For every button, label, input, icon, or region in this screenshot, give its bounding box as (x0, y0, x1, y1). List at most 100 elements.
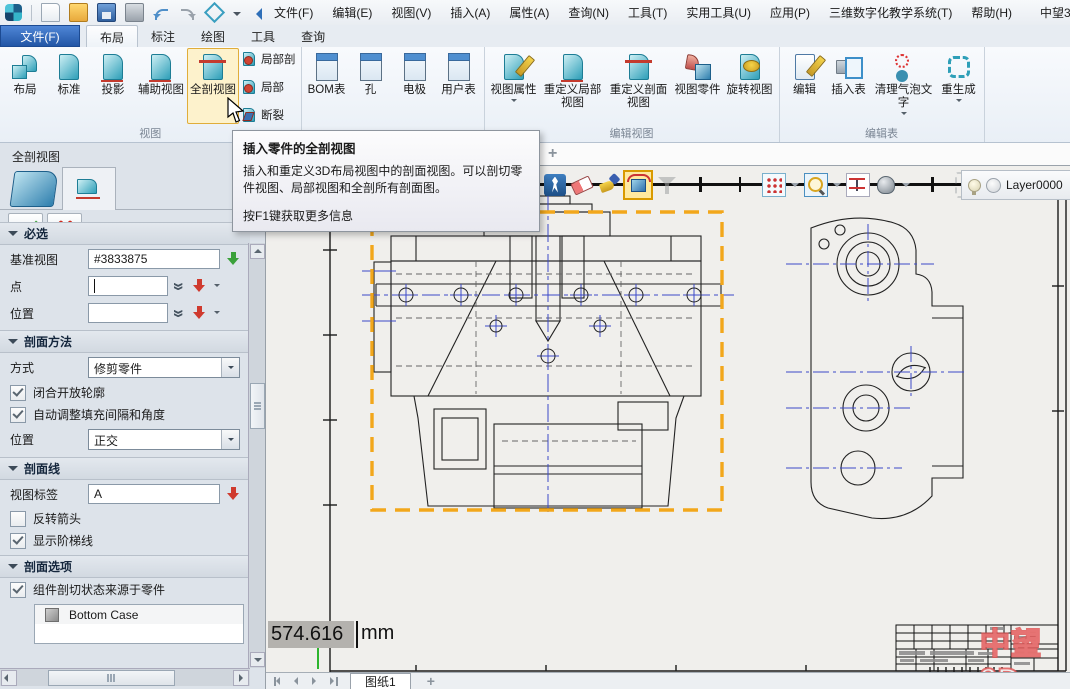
ribbon-button[interactable]: 视图属性 (488, 48, 540, 124)
file-tab[interactable]: 文件(F) (0, 25, 80, 47)
scroll-down-icon[interactable] (250, 652, 265, 667)
last-sheet-icon[interactable] (328, 676, 338, 686)
dropdown-caret-icon[interactable] (833, 183, 841, 191)
ribbon-tab[interactable]: 标注 (138, 25, 188, 47)
expand-chevron-icon[interactable]: » (167, 306, 191, 320)
undo-icon[interactable] (153, 4, 170, 21)
section-options[interactable]: 剖面选项 (0, 555, 250, 578)
pick-target-icon[interactable] (224, 249, 244, 269)
app-logo-icon[interactable] (5, 4, 22, 21)
ribbon-button[interactable]: 标准 (47, 48, 91, 124)
ribbon-button[interactable]: 旋转视图 (724, 48, 776, 124)
auto-adjust-checkbox[interactable] (10, 407, 26, 423)
ribbon-small-button[interactable]: 局部剖 (241, 51, 296, 67)
menu-item[interactable]: 视图(V) (391, 4, 431, 21)
dropdown-caret-icon[interactable] (902, 183, 910, 191)
save-icon[interactable] (97, 3, 116, 22)
ribbon-small-button[interactable]: 断裂 (241, 107, 296, 123)
ribbon-button[interactable]: 孔 (349, 48, 393, 124)
layer-chip[interactable]: Layer0000 (961, 170, 1070, 200)
dropdown-caret-icon[interactable] (511, 99, 517, 105)
base-view-input[interactable]: #3833875 (88, 249, 220, 269)
menu-item[interactable]: 应用(P) (770, 4, 810, 21)
ribbon-button[interactable]: 用户表 (437, 48, 481, 124)
flip-arrow-checkbox[interactable] (10, 511, 26, 527)
ribbon-button[interactable]: 编辑 (783, 48, 827, 124)
menu-item[interactable]: 查询(N) (568, 4, 609, 21)
section-hatch[interactable]: 剖面线 (0, 457, 250, 480)
section-method[interactable]: 剖面方法 (0, 330, 250, 353)
ribbon-button[interactable]: 辅助视图 (135, 48, 187, 124)
position-input[interactable] (88, 303, 168, 323)
scroll-up-icon[interactable] (250, 244, 265, 259)
ribbon-tab[interactable]: 布局 (86, 25, 138, 47)
grid-snap-icon[interactable] (762, 173, 786, 197)
ribbon-button[interactable]: 插入表 (827, 48, 871, 124)
scrollbar-thumb[interactable] (48, 670, 175, 686)
close-open-profile-checkbox[interactable] (10, 385, 26, 401)
ribbon-tab[interactable]: 工具 (238, 25, 288, 47)
dropdown-caret-icon[interactable] (791, 183, 799, 191)
display-mode-icon[interactable] (875, 174, 897, 196)
menu-item[interactable]: 帮助(H) (971, 4, 1012, 21)
ribbon-tab[interactable]: 绘图 (188, 25, 238, 47)
erase-icon[interactable] (571, 174, 593, 196)
show-step-line-checkbox[interactable] (10, 533, 26, 549)
next-sheet-icon[interactable] (310, 676, 320, 686)
scroll-right-icon[interactable] (233, 670, 249, 686)
method-position-combobox[interactable]: 正交 (88, 429, 240, 450)
new-file-icon[interactable] (41, 3, 60, 22)
ribbon-button[interactable]: 视图零件 (672, 48, 724, 124)
panel-vertical-scrollbar[interactable] (248, 243, 265, 668)
ribbon-button[interactable]: 重定义局部视图 (540, 48, 606, 124)
add-document-icon[interactable]: + (548, 145, 557, 163)
view-tag-input[interactable]: A (88, 484, 220, 504)
menu-item[interactable]: 编辑(E) (332, 4, 372, 21)
menu-item[interactable]: 工具(T) (628, 4, 667, 21)
list-item[interactable]: Bottom Case (35, 605, 243, 624)
menu-item[interactable]: 文件(F) (274, 4, 313, 21)
filter-icon[interactable] (656, 174, 678, 196)
point-pick-icon[interactable] (190, 276, 210, 296)
dropdown-caret-icon[interactable] (901, 112, 907, 118)
section-state-from-part-checkbox[interactable] (10, 582, 26, 598)
menu-item[interactable]: 属性(A) (509, 4, 549, 21)
ribbon-button[interactable]: 重定义剖面视图 (606, 48, 672, 124)
repaint-icon[interactable] (598, 174, 620, 196)
ribbon-button[interactable]: 布局 (3, 48, 47, 124)
mode-combobox[interactable]: 修剪零件 (88, 357, 240, 378)
zoom-window-icon[interactable] (804, 173, 828, 197)
point-dropdown-icon[interactable] (214, 284, 220, 290)
menu-item[interactable]: 三维数字化教学系统(T) (829, 4, 952, 21)
dropdown-arrow-icon[interactable] (221, 430, 239, 449)
scroll-left-icon[interactable] (1, 670, 17, 686)
measure-icon[interactable] (846, 173, 870, 197)
ribbon-button[interactable]: 清理气泡文字 (871, 48, 937, 124)
add-sheet-icon[interactable]: + (427, 673, 435, 689)
ribbon-tab[interactable]: 查询 (288, 25, 338, 47)
coordinate-readout[interactable]: 574.616 (268, 621, 354, 648)
qat-dropdown-icon[interactable] (233, 12, 241, 20)
full-section-tab[interactable] (62, 167, 116, 210)
layer-visibility-icon[interactable] (968, 179, 981, 192)
escape-icon[interactable] (544, 174, 566, 196)
panel-horizontal-scrollbar[interactable] (0, 668, 250, 686)
first-sheet-icon[interactable] (274, 676, 284, 686)
ribbon-button[interactable]: 重生成 (937, 48, 981, 124)
dropdown-arrow-icon[interactable] (221, 358, 239, 377)
open-file-icon[interactable] (69, 3, 88, 22)
sheet-tab[interactable]: 图纸1 (350, 673, 411, 689)
position-dropdown-icon[interactable] (214, 311, 220, 317)
ribbon-button[interactable]: 投影 (91, 48, 135, 124)
menu-item[interactable]: 实用工具(U) (686, 4, 751, 21)
scrollbar-thumb[interactable] (250, 383, 265, 429)
ribbon-button[interactable]: 电极 (393, 48, 437, 124)
point-input[interactable] (88, 276, 168, 296)
layout-sheet-icon[interactable] (9, 171, 58, 207)
dropdown-caret-icon[interactable] (956, 99, 962, 105)
print-icon[interactable] (125, 3, 144, 22)
section-required[interactable]: 必选 (0, 222, 250, 245)
view-orient-icon[interactable] (204, 2, 225, 23)
menu-item[interactable]: 插入(A) (450, 4, 490, 21)
redo-icon[interactable] (179, 4, 196, 21)
